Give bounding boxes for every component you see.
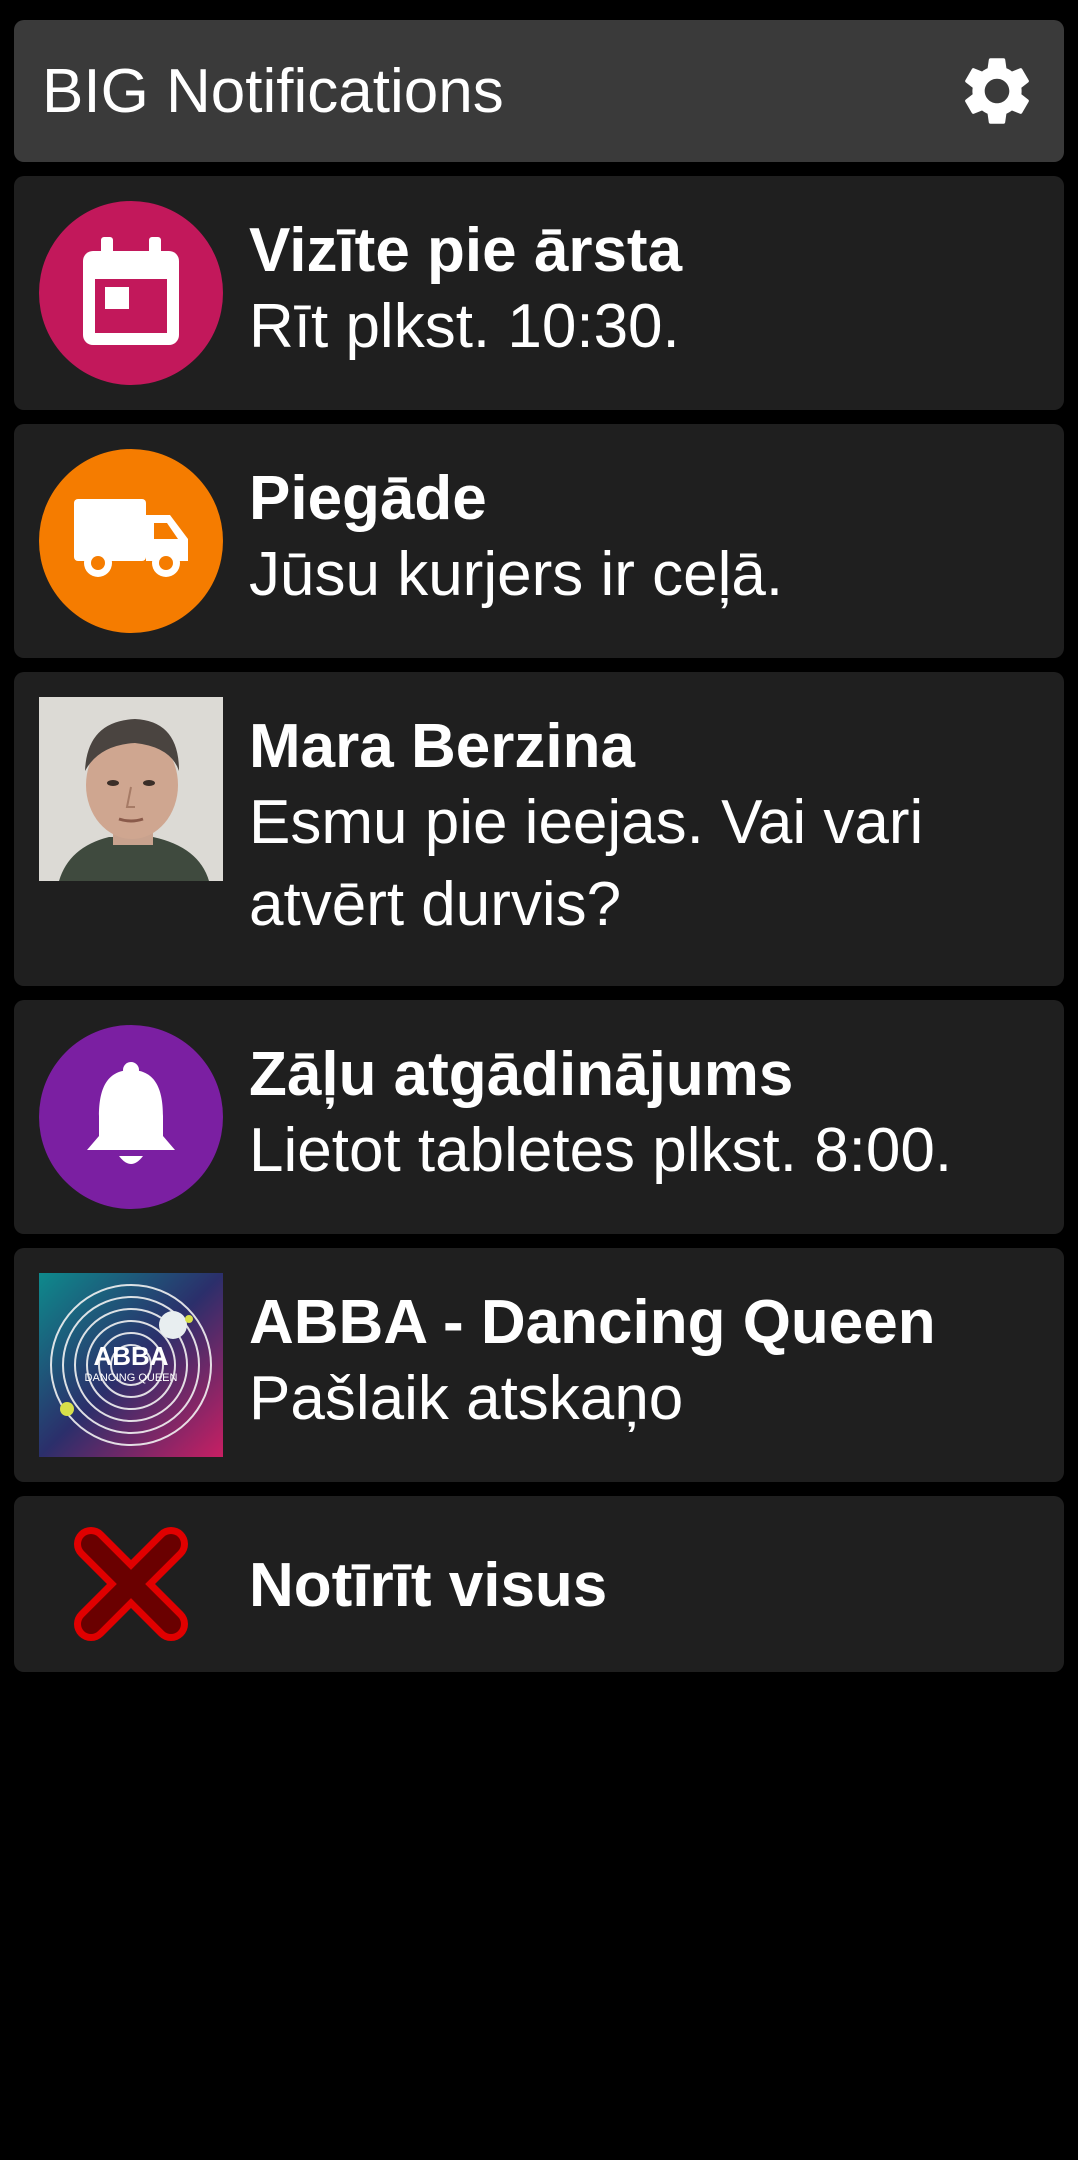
notification-title: ABBA - Dancing Queen: [249, 1288, 936, 1357]
truck-icon: [39, 449, 223, 633]
notification-text: Zāļu atgādinājums Lietot tabletes plkst.…: [249, 1040, 1044, 1192]
calendar-icon: [39, 201, 223, 385]
notification-card[interactable]: Zāļu atgādinājums Lietot tabletes plkst.…: [14, 1000, 1064, 1234]
close-icon: [39, 1496, 223, 1672]
notification-text: Vizīte pie ārsta Rīt plkst. 10:30.: [249, 216, 1044, 368]
notification-text: Piegāde Jūsu kurjers ir ceļā.: [249, 464, 1044, 616]
bell-icon: [39, 1025, 223, 1209]
clear-all-button[interactable]: Notīrīt visus: [14, 1496, 1064, 1672]
notification-card[interactable]: Vizīte pie ārsta Rīt plkst. 10:30.: [14, 176, 1064, 410]
album-art: ABBA DANCING QUEEN: [39, 1273, 223, 1457]
clear-all-label: Notīrīt visus: [249, 1551, 608, 1620]
notification-body: Esmu pie ieejas. Vai vari atvērt durvis?: [249, 788, 924, 939]
notification-title: Mara Berzina: [249, 712, 635, 781]
notification-body: Lietot tabletes plkst. 8:00.: [249, 1116, 953, 1185]
notification-title: Zāļu atgādinājums: [249, 1040, 794, 1109]
notification-body: Pašlaik atskaņo: [249, 1364, 684, 1433]
album-subtitle-text: DANCING QUEEN: [85, 1372, 178, 1384]
app-header: BIG Notifications: [14, 20, 1064, 162]
notification-title: Vizīte pie ārsta: [249, 216, 683, 285]
notification-card[interactable]: Mara Berzina Esmu pie ieejas. Vai vari a…: [14, 672, 1064, 986]
notification-title: Piegāde: [249, 464, 487, 533]
notification-body: Rīt plkst. 10:30.: [249, 292, 680, 361]
notification-card[interactable]: ABBA DANCING QUEEN ABBA - Dancing Queen …: [14, 1248, 1064, 1482]
notification-card[interactable]: Piegāde Jūsu kurjers ir ceļā.: [14, 424, 1064, 658]
notification-body: Jūsu kurjers ir ceļā.: [249, 540, 784, 609]
gear-icon[interactable]: [956, 50, 1038, 132]
avatar: [39, 697, 223, 881]
album-title-text: ABBA: [93, 1341, 168, 1371]
page-title: BIG Notifications: [42, 56, 504, 126]
notification-text: ABBA - Dancing Queen Pašlaik atskaņo: [249, 1288, 1044, 1440]
notification-text: Mara Berzina Esmu pie ieejas. Vai vari a…: [249, 712, 1044, 946]
